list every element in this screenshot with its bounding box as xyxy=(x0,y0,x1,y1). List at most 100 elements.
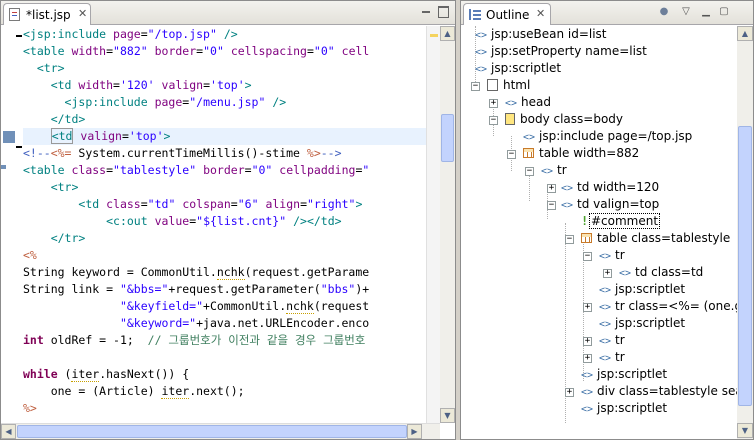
collapse-toggle[interactable]: − xyxy=(547,201,556,210)
tree-item[interactable]: table width=882 xyxy=(523,145,639,162)
tree-item-selected[interactable]: ! #comment xyxy=(581,213,661,230)
tree-item[interactable]: <> tr xyxy=(599,332,625,349)
tree-item[interactable]: body class=body xyxy=(505,111,623,128)
minimize-icon[interactable]: ▁ xyxy=(699,6,713,20)
toggle-icon[interactable]: ● xyxy=(657,6,671,20)
comment-icon: ! xyxy=(581,214,589,228)
element-icon: <> xyxy=(505,98,518,109)
tree-item-label: tr xyxy=(615,248,625,262)
tree-item[interactable]: <> div class=tablestyle sea xyxy=(581,383,737,400)
scroll-up-button[interactable]: ▲ xyxy=(737,26,753,41)
collapse-toggle[interactable]: − xyxy=(565,235,574,244)
outline-icon xyxy=(469,9,481,20)
tree-item-label: td width=120 xyxy=(577,180,660,194)
code-line: <table class="tablestyle" border="0" cel… xyxy=(23,163,370,177)
element-icon: <> xyxy=(475,30,488,41)
code-line: <tr> xyxy=(50,180,79,194)
tree-item[interactable]: <> tr class=<%= (one.g xyxy=(599,298,737,315)
code-line: <jsp:include page="/top.jsp" /> xyxy=(23,27,238,41)
tree-item-label: tr xyxy=(615,333,625,347)
code-line: String keyword = CommonUtil.nchk(request… xyxy=(23,265,370,280)
tree-item[interactable]: <> tr xyxy=(599,349,625,366)
tree-item[interactable]: <> head xyxy=(505,94,551,111)
tree-item-label: html xyxy=(503,78,531,92)
scroll-down-button[interactable]: ▼ xyxy=(440,408,455,423)
tree-item[interactable]: <> jsp:scriptlet xyxy=(581,400,667,417)
scroll-down-button[interactable]: ▼ xyxy=(737,423,753,438)
tree-item[interactable]: <> tr xyxy=(541,162,567,179)
maximize-icon[interactable]: ▢ xyxy=(717,6,731,20)
expand-toggle[interactable]: + xyxy=(489,99,498,108)
collapse-toggle[interactable]: − xyxy=(489,116,498,125)
tree-item[interactable]: <> jsp:scriptlet xyxy=(599,281,685,298)
html-file-icon xyxy=(487,79,498,91)
code-line: <% xyxy=(23,248,37,262)
expand-toggle[interactable]: + xyxy=(583,303,592,312)
element-icon: <> xyxy=(541,166,554,177)
expand-toggle[interactable]: + xyxy=(583,354,592,363)
scroll-up-button[interactable]: ▲ xyxy=(440,26,455,41)
code-line: </td> xyxy=(50,112,86,126)
collapse-toggle[interactable]: − xyxy=(583,252,592,261)
view-menu-icon[interactable]: ▽ xyxy=(679,6,693,20)
scroll-thumb[interactable] xyxy=(441,114,454,162)
close-tab-icon[interactable]: ✕ xyxy=(536,7,545,20)
tree-item[interactable]: <> jsp:scriptlet xyxy=(599,315,685,332)
code-line: <jsp:include page="/menu.jsp" /> xyxy=(64,95,287,109)
collapse-toggle[interactable]: − xyxy=(525,167,534,176)
element-icon: <> xyxy=(599,251,612,262)
expand-toggle[interactable]: + xyxy=(583,337,592,346)
marker-icon xyxy=(1,165,6,169)
tree-item[interactable]: <> jsp:setProperty name=list xyxy=(475,43,647,60)
code-line: <c:out value="${list.cnt}" /></td> xyxy=(106,214,342,228)
tree-item[interactable]: html xyxy=(487,77,530,94)
tree-item[interactable]: <> jsp:useBean id=list xyxy=(475,26,607,43)
warning-marker[interactable] xyxy=(430,34,438,37)
scroll-left-button[interactable]: ◀ xyxy=(1,424,16,439)
close-tab-icon[interactable]: ✕ xyxy=(78,7,87,20)
tree-item[interactable]: table class=tablestyle xyxy=(581,230,730,247)
minimize-icon[interactable] xyxy=(419,5,432,18)
tree-item[interactable]: <> td width=120 xyxy=(561,179,659,196)
tree-item[interactable]: <> jsp:scriptlet xyxy=(581,366,667,383)
tree-item-label: jsp:scriptlet xyxy=(615,316,686,330)
code-line: <!--<%= System.currentTimeMillis()-stime… xyxy=(23,146,342,160)
tree-item-label: jsp:scriptlet xyxy=(597,367,668,381)
tree-item[interactable]: <> jsp:include page=/top.jsp xyxy=(523,128,692,145)
element-icon: <> xyxy=(599,302,612,313)
expand-toggle[interactable]: + xyxy=(603,269,612,278)
code-line: "&keyfield="+CommonUtil.nchk(request xyxy=(119,299,370,314)
editor-tab-label: *list.jsp xyxy=(26,8,71,22)
collapse-toggle[interactable]: − xyxy=(471,82,480,91)
editor-vertical-scrollbar[interactable]: ▲ ▼ xyxy=(440,26,455,423)
scroll-right-button[interactable]: ▶ xyxy=(407,424,422,439)
outline-vertical-scrollbar[interactable]: ▲ ▼ xyxy=(737,26,753,439)
expand-toggle[interactable]: + xyxy=(547,184,556,193)
tree-item[interactable]: <> jsp:scriptlet xyxy=(475,60,561,77)
collapse-toggle[interactable]: − xyxy=(507,150,516,159)
expand-toggle[interactable]: + xyxy=(565,388,574,397)
editor-tab-list-jsp[interactable]: *list.jsp ✕ xyxy=(3,3,91,25)
maximize-icon[interactable] xyxy=(437,5,450,18)
element-icon: <> xyxy=(599,285,612,296)
tree-item-label: body class=body xyxy=(520,112,624,126)
tree-item[interactable]: <> tr xyxy=(599,247,625,264)
outline-tab[interactable]: Outline ✕ xyxy=(463,3,551,25)
element-icon: <> xyxy=(561,183,574,194)
editor-horizontal-scrollbar[interactable]: ◀ ▶ xyxy=(1,423,440,439)
element-icon: <> xyxy=(475,64,488,75)
hscroll-thumb[interactable] xyxy=(17,425,407,438)
outline-tree[interactable]: <> jsp:useBean id=list <> jsp:setProperty … xyxy=(461,26,737,439)
scroll-thumb[interactable] xyxy=(738,126,752,406)
outline-tab-bar: Outline ✕ ● ▽ ▁ ▢ xyxy=(461,1,753,25)
editor-gutter[interactable] xyxy=(1,26,22,423)
code-line: one = (Article) iter.next(); xyxy=(23,384,245,399)
tree-item-label: table class=tablestyle xyxy=(597,231,731,245)
tree-item[interactable]: <> td class=td xyxy=(619,264,703,281)
element-icon: <> xyxy=(475,47,488,58)
tree-item[interactable]: <> td valign=top xyxy=(561,196,659,213)
code-area[interactable]: <jsp:include page="/top.jsp" /> <table w… xyxy=(23,26,426,423)
code-line: int oldRef = -1; // 그룹번호가 이전과 같을 경우 그룹번호 xyxy=(23,333,373,347)
overview-ruler[interactable] xyxy=(426,26,440,423)
